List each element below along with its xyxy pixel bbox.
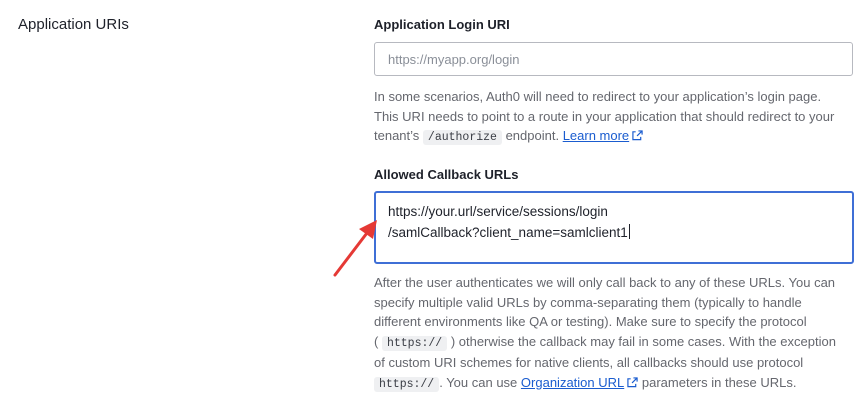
help-text: endpoint.: [505, 128, 560, 143]
organization-url-link[interactable]: Organization URL: [521, 375, 624, 390]
external-link-icon: [632, 127, 643, 147]
help-text: (: [374, 333, 379, 349]
callback-urls-help: After the user authenticates we will onl…: [374, 273, 854, 394]
help-text: parameters in these URLs.: [641, 374, 797, 390]
https-code: https://: [381, 335, 448, 351]
help-line: After the user authenticates we will onl…: [374, 275, 836, 290]
login-uri-label: Application Login URI: [374, 17, 510, 32]
login-uri-help: In some scenarios, Auth0 will need to re…: [374, 87, 854, 148]
callback-urls-textarea[interactable]: https://your.url/service/sessions/login …: [374, 191, 854, 264]
callback-urls-label: Allowed Callback URLs: [374, 167, 519, 182]
help-line: ( https:// ) otherwise the callback may …: [374, 332, 854, 354]
callback-url-line: /samlCallback?client_name=samlclient1: [388, 222, 840, 243]
help-text: . You can use: [439, 374, 518, 390]
help-line: different environments like QA or testin…: [374, 314, 807, 329]
callback-url-text: /samlCallback?client_name=samlclient1: [388, 225, 628, 240]
text-caret: [628, 224, 630, 239]
help-line: In some scenarios, Auth0 will need to re…: [374, 89, 822, 104]
external-link-icon: [627, 374, 638, 394]
https-code: https://: [374, 376, 440, 392]
help-line: specify multiple valid URLs by comma-sep…: [374, 294, 802, 310]
login-uri-input[interactable]: [374, 42, 853, 76]
help-line: tenant’s /authorize endpoint. Learn more: [374, 126, 854, 148]
help-text: ) otherwise the callback may fail in som…: [450, 333, 836, 349]
help-line: https://. You can use Organization URL p…: [374, 373, 854, 395]
authorize-code: /authorize: [422, 130, 502, 145]
help-line: of custom URI schemes for native clients…: [374, 355, 804, 370]
section-title: Application URIs: [18, 16, 129, 33]
help-line: This URI needs to point to a route in yo…: [374, 108, 835, 124]
annotation-arrow-icon: [333, 220, 377, 277]
help-text: tenant’s: [374, 128, 420, 143]
callback-url-line: https://your.url/service/sessions/login: [388, 204, 608, 219]
learn-more-link[interactable]: Learn more: [563, 128, 629, 143]
